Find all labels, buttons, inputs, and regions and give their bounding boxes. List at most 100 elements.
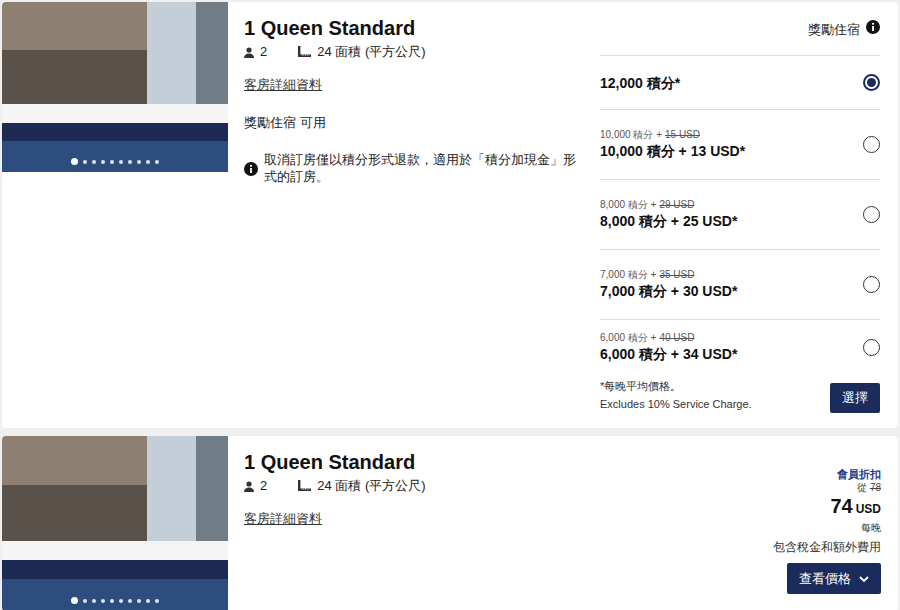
availability-text: 獎勵住宿 可用	[244, 115, 584, 131]
rate-footer: *每晚平均價格。Excludes 10% Service Charge. 選擇	[600, 371, 880, 428]
reward-room-card: 1 Queen Standard 2 24 面積 (平方公尺) 客房詳細資料獎勵住宿 …	[2, 2, 898, 428]
ruler-icon	[297, 46, 311, 58]
rate-options: 獎勵住宿 12,000 積分* 10,000 積分 +15 USD10,000 積分…	[600, 2, 880, 428]
carousel-dot[interactable]	[137, 599, 141, 603]
person-icon	[244, 481, 254, 492]
guest-count-text: 2	[260, 478, 267, 494]
original-price-value: 78	[870, 482, 881, 493]
original-cash: 35 USD	[659, 269, 694, 280]
cash-room-card: 1 Queen Standard 2 24 面積 (平方公尺) 客房詳細資料 會員折扣從…	[2, 436, 898, 610]
option-price: 8,000 積分 + 25 USD*	[600, 211, 737, 231]
per-night-label: 每晚	[861, 521, 881, 534]
room-meta: 2 24 面積 (平方公尺)	[244, 478, 757, 494]
rate-header-text: 獎勵住宿	[808, 20, 860, 40]
rate-option-text: 12,000 積分*	[600, 73, 680, 93]
carousel-dot[interactable]	[128, 599, 132, 603]
room-info: 1 Queen Standard 2 24 面積 (平方公尺) 客房詳細資料	[228, 436, 773, 610]
rate-option[interactable]: 7,000 積分 +35 USD7,000 積分 + 30 USD*	[600, 249, 880, 319]
carousel-dot[interactable]	[146, 160, 150, 164]
details-link-wrap: 客房詳細資料	[244, 60, 584, 95]
rate-radio[interactable]	[863, 136, 880, 153]
guest-count: 2	[244, 478, 267, 494]
rate-option[interactable]: 10,000 積分 +15 USD10,000 積分 + 13 USD*	[600, 109, 880, 179]
person-icon	[244, 47, 254, 58]
room-details-link[interactable]: 客房詳細資料	[244, 511, 322, 527]
rate-radio[interactable]	[863, 206, 880, 223]
carousel-dot[interactable]	[92, 160, 96, 164]
carousel-dot[interactable]	[119, 599, 123, 603]
carousel-dot[interactable]	[83, 160, 87, 164]
room-photo[interactable]	[2, 436, 228, 610]
photo-carousel-dots	[2, 158, 228, 165]
ruler-icon	[297, 480, 311, 492]
room-details-link[interactable]: 客房詳細資料	[244, 77, 322, 93]
info-icon	[244, 153, 258, 185]
carousel-dot[interactable]	[128, 160, 132, 164]
original-points: 6,000 積分 +	[600, 332, 656, 343]
rate-option-text: 6,000 積分 +40 USD6,000 積分 + 34 USD*	[600, 331, 737, 364]
guest-count-text: 2	[260, 44, 267, 60]
rate-option[interactable]: 12,000 積分*	[600, 55, 880, 109]
carousel-dot[interactable]	[110, 599, 114, 603]
room-area-text: 24 面積 (平方公尺)	[317, 44, 425, 60]
carousel-dot[interactable]	[71, 597, 78, 604]
rate-radio[interactable]	[863, 339, 880, 356]
rate-option-text: 10,000 積分 +15 USD10,000 積分 + 13 USD*	[600, 128, 745, 161]
carousel-dot[interactable]	[83, 599, 87, 603]
nightly-price: 74 USD	[830, 494, 881, 521]
select-button[interactable]: 選擇	[830, 383, 880, 413]
option-price: 7,000 積分 + 30 USD*	[600, 281, 737, 301]
chevron-down-icon	[859, 576, 869, 582]
carousel-dot[interactable]	[71, 158, 78, 165]
footnotes: *每晚平均價格。Excludes 10% Service Charge.	[600, 377, 752, 413]
carousel-dot[interactable]	[101, 160, 105, 164]
info-icon[interactable]	[866, 20, 880, 34]
original-cash: 40 USD	[659, 332, 694, 343]
ruler-icon	[297, 46, 311, 58]
rate-option[interactable]: 8,000 積分 +29 USD8,000 積分 + 25 USD*	[600, 179, 880, 249]
carousel-dot[interactable]	[137, 160, 141, 164]
ruler-icon	[297, 480, 311, 492]
cancellation-notice: 取消訂房僅以積分形式退款，適用於「積分加現金」形式的訂房。	[244, 151, 580, 185]
carousel-dot[interactable]	[101, 599, 105, 603]
original-cash: 29 USD	[659, 199, 694, 210]
room-photo[interactable]	[2, 2, 228, 172]
price-amount: 74	[830, 495, 852, 517]
room-area: 24 面積 (平方公尺)	[297, 478, 425, 494]
original-price: 10,000 積分 +15 USD	[600, 128, 745, 141]
carousel-dot[interactable]	[119, 160, 123, 164]
footnote: *每晚平均價格。	[600, 377, 752, 395]
price-currency: USD	[856, 502, 881, 516]
person-icon	[244, 481, 254, 492]
original-points: 7,000 積分 +	[600, 269, 656, 280]
carousel-dot[interactable]	[155, 160, 159, 164]
original-points: 8,000 積分 +	[600, 199, 656, 210]
original-price: 7,000 積分 +35 USD	[600, 268, 737, 281]
rate-radio[interactable]	[863, 276, 880, 293]
rate-radio[interactable]	[863, 74, 880, 91]
room-title: 1 Queen Standard	[244, 16, 584, 40]
room-list: 1 Queen Standard224 面積 (平方公尺)客房詳細資料獎勵住宿 …	[0, 0, 900, 610]
option-price: 6,000 積分 + 34 USD*	[600, 344, 737, 364]
room-title: 1 Queen Standard	[244, 450, 757, 474]
carousel-dot[interactable]	[92, 599, 96, 603]
photo-carousel-dots	[2, 597, 228, 604]
footnote: Excludes 10% Service Charge.	[600, 395, 752, 413]
chevron-down-icon	[859, 576, 869, 582]
member-discount-label: 會員折扣	[837, 467, 881, 481]
carousel-dot[interactable]	[146, 599, 150, 603]
original-points: 10,000 積分 +	[600, 129, 662, 140]
carousel-dot[interactable]	[155, 599, 159, 603]
info-icon	[244, 162, 258, 176]
original-price: 6,000 積分 +40 USD	[600, 331, 737, 344]
guest-count: 2	[244, 44, 267, 60]
rate-option-text: 8,000 積分 +29 USD8,000 積分 + 25 USD*	[600, 198, 737, 231]
room-info: 1 Queen Standard 2 24 面積 (平方公尺) 客房詳細資料獎勵住宿 …	[228, 2, 600, 428]
view-rates-button[interactable]: 查看價格	[787, 563, 881, 594]
original-price: 從78	[857, 481, 881, 494]
price-summary: 會員折扣從7874USD每晚包含稅金和額外費用查看價格	[773, 436, 898, 610]
carousel-dot[interactable]	[110, 160, 114, 164]
room-meta: 2 24 面積 (平方公尺)	[244, 44, 584, 60]
info-icon[interactable]	[866, 20, 880, 34]
rate-option[interactable]: 6,000 積分 +40 USD6,000 積分 + 34 USD*	[600, 319, 880, 371]
